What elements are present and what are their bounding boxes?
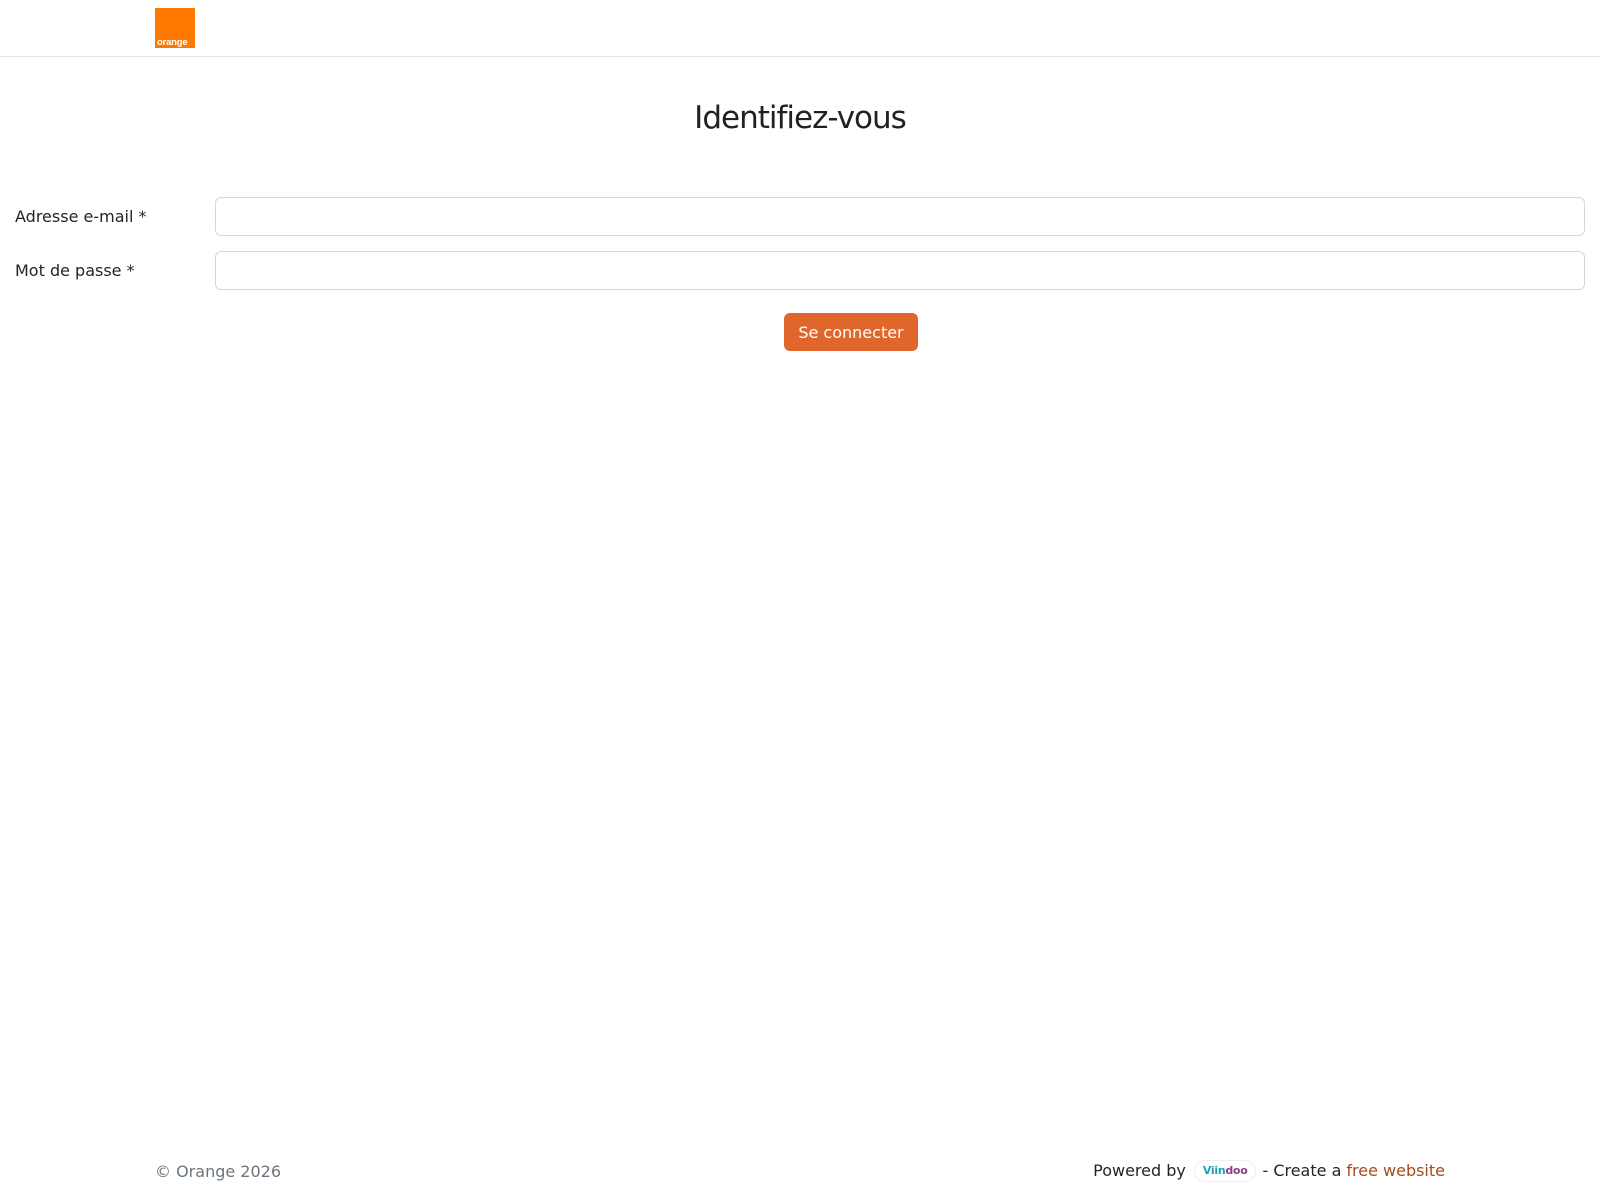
page-title-text: Identifiez-vous [694, 100, 907, 136]
email-label: Adresse e-mail * [15, 207, 147, 226]
site-header: orange [0, 0, 1600, 57]
logo-text: orange [157, 36, 188, 48]
viindoo-logo-part2: doo [1225, 1164, 1248, 1177]
copyright-text: © Orange 2026 [155, 1162, 282, 1181]
password-label: Mot de passe * [15, 261, 135, 280]
create-text: - Create a [1262, 1161, 1342, 1180]
email-row: Adresse e-mail * [15, 197, 1585, 236]
password-row: Mot de passe * [15, 251, 1585, 290]
viindoo-logo[interactable]: Viindoo [1193, 1160, 1257, 1182]
powered-by-label: Powered by [1093, 1161, 1186, 1180]
orange-logo[interactable]: orange [155, 8, 195, 48]
page-title: Identifiez-vous [0, 100, 1600, 136]
free-website-link[interactable]: free website [1346, 1160, 1445, 1182]
login-button[interactable]: Se connecter [784, 313, 918, 351]
viindoo-logo-part1: Viin [1202, 1164, 1226, 1177]
password-input[interactable] [215, 251, 1585, 290]
powered-by: Powered by Viindoo - Create a free websi… [1093, 1160, 1445, 1182]
email-input[interactable] [215, 197, 1585, 236]
